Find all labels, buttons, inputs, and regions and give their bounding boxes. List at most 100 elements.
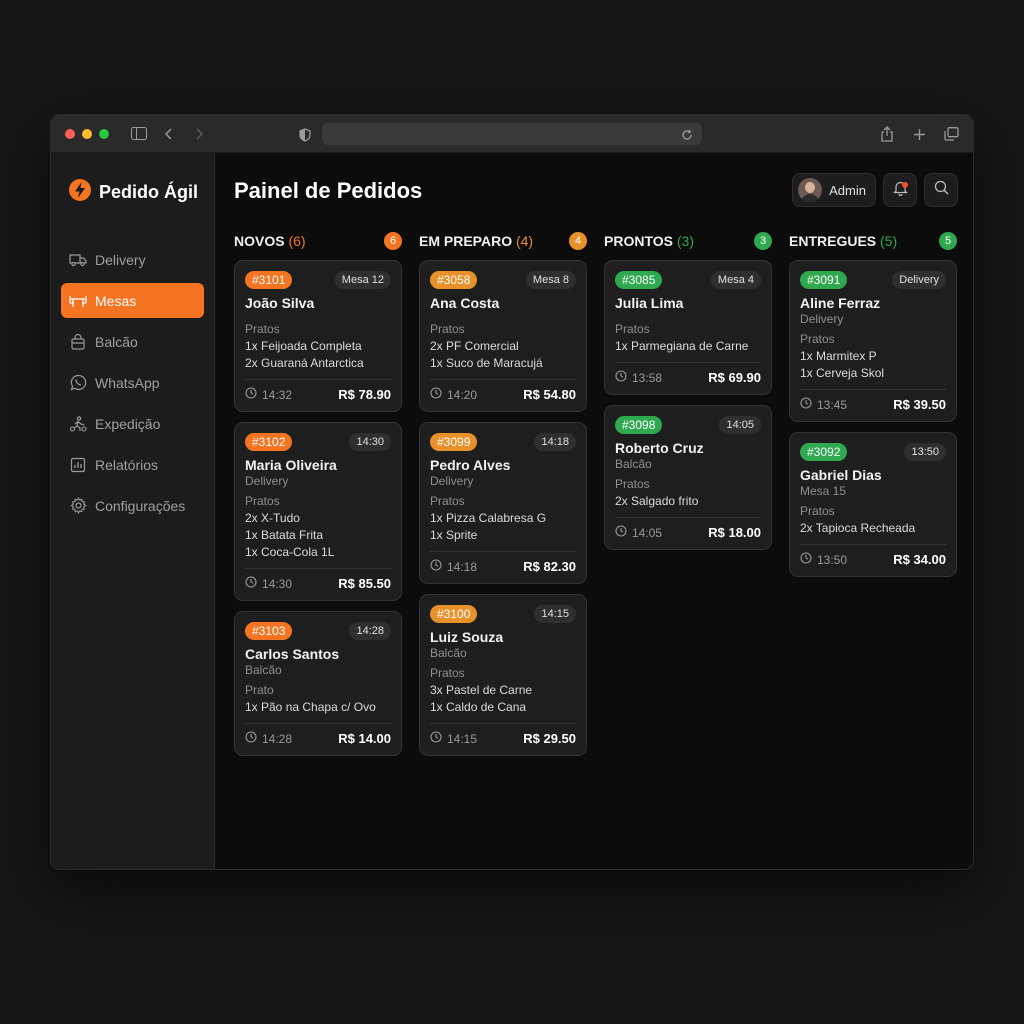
- notification-dot: [902, 182, 908, 188]
- sidebar-item-mesas[interactable]: Mesas: [61, 283, 204, 318]
- customer-name: Maria Oliveira: [245, 457, 337, 473]
- order-card[interactable]: #3100 14:15 Luiz Souza Balcão Pratos 3x Paste…: [419, 594, 587, 756]
- order-price: R$ 39.50: [893, 397, 946, 412]
- order-time: 14:05: [615, 525, 662, 540]
- order-id-badge: #3103: [245, 622, 293, 640]
- shield-icon[interactable]: [295, 125, 315, 145]
- sidebar-toggle-icon[interactable]: [129, 124, 149, 144]
- order-id-badge: #3098: [615, 416, 663, 434]
- column-title: PRONTOS (3): [604, 233, 694, 249]
- order-price: R$ 78.90: [338, 387, 391, 402]
- order-item: 1x Sprite: [430, 528, 478, 542]
- order-id-badge: #3099: [430, 433, 478, 451]
- clock-icon: [430, 731, 442, 746]
- sidebar-item-label: Balcão: [95, 333, 138, 350]
- clock-icon: [615, 370, 627, 385]
- order-card-footer: 14:30 R$ 85.50: [245, 568, 391, 591]
- search-button[interactable]: [924, 173, 958, 207]
- order-channel: Delivery: [430, 474, 474, 488]
- order-price: R$ 18.00: [708, 525, 761, 540]
- column-title-text: EM PREPARO: [419, 233, 513, 249]
- order-item: 1x Caldo de Cana: [430, 700, 527, 714]
- order-price: R$ 29.50: [523, 731, 576, 746]
- order-card-footer: 14:20 R$ 54.80: [430, 379, 576, 402]
- order-card[interactable]: #3098 14:05 Roberto Cruz Balcão Pratos 2x Sal…: [604, 405, 772, 550]
- column-count: (4): [515, 233, 534, 249]
- order-tag: 14:05: [719, 416, 761, 434]
- column-title-text: NOVOS: [234, 233, 285, 249]
- order-time: 13:58: [615, 370, 662, 385]
- user-menu-button[interactable]: Admin: [792, 173, 876, 207]
- chart-icon: [69, 456, 87, 474]
- order-card[interactable]: #3058 Mesa 8 Ana Costa Pratos 2x PF Comercia…: [419, 260, 587, 412]
- order-id-badge: #3092: [800, 443, 848, 461]
- clock-icon: [245, 387, 257, 402]
- whatsapp-icon: [69, 374, 87, 392]
- order-item: 2x X-Tudo: [245, 511, 300, 525]
- column-title: ENTREGUES (5): [789, 233, 897, 249]
- order-item: 2x Salgado frito: [615, 494, 699, 508]
- column-prontos: PRONTOS (3) 3 #3085 Mesa 4 Julia Lima Pratos 1…: [604, 231, 772, 560]
- truck-icon: [69, 251, 87, 269]
- user-name: Admin: [829, 182, 866, 198]
- order-id-badge: #3100: [430, 605, 478, 623]
- sidebar-item-relatorios[interactable]: Relatórios: [61, 447, 204, 482]
- order-time: 14:18: [430, 559, 477, 574]
- order-card[interactable]: #3099 14:18 Pedro Alves Delivery Pratos 1x Pi…: [419, 422, 587, 584]
- order-card-header: #3100 14:15: [430, 604, 576, 624]
- share-icon[interactable]: [877, 124, 897, 144]
- brand[interactable]: Pedido Ágil: [69, 179, 214, 206]
- avatar: [798, 178, 823, 202]
- order-price: R$ 34.00: [893, 552, 946, 567]
- sidebar-item-balcao[interactable]: Balcão: [61, 324, 204, 359]
- dispatch-icon: [69, 415, 87, 433]
- tabs-overview-icon[interactable]: [941, 124, 961, 144]
- order-id-badge: #3101: [245, 271, 293, 289]
- order-card[interactable]: #3091 Delivery Aline Ferraz Delivery Pratos 1…: [789, 260, 957, 422]
- page-title: Painel de Pedidos: [234, 178, 423, 203]
- clock-icon: [800, 552, 812, 567]
- order-card-header: #3103 14:28: [245, 621, 391, 641]
- minimize-window-button[interactable]: [82, 128, 92, 139]
- order-time: 13:45: [800, 397, 847, 412]
- order-card-footer: 14:18 R$ 82.30: [430, 551, 576, 574]
- back-icon[interactable]: [159, 124, 179, 144]
- sidebar-nav: Delivery Mesas Balcão WhatsApp Expedição…: [51, 242, 214, 523]
- zoom-window-button[interactable]: [99, 128, 109, 139]
- sidebar-item-whatsapp[interactable]: WhatsApp: [61, 365, 204, 400]
- browser-titlebar: [51, 115, 973, 153]
- column-count: (5): [880, 233, 898, 249]
- order-time-value: 14:05: [632, 525, 663, 540]
- address-bar[interactable]: [322, 123, 702, 145]
- sidebar-item-label: Expedição: [95, 415, 161, 432]
- sidebar-item-expedicao[interactable]: Expedição: [61, 406, 204, 441]
- close-window-button[interactable]: [65, 128, 75, 139]
- sidebar-item-label: Delivery: [95, 251, 146, 268]
- order-card[interactable]: #3101 Mesa 12 João Silva Pratos 1x Feijoada …: [234, 260, 402, 412]
- order-card[interactable]: #3092 13:50 Gabriel Dias Mesa 15 Pratos 2x Ta…: [789, 432, 957, 577]
- sidebar: Pedido Ágil Delivery Mesas Balcão WhatsA…: [51, 153, 215, 869]
- sidebar-item-configuracoes[interactable]: Configurações: [61, 488, 204, 523]
- forward-icon[interactable]: [189, 124, 209, 144]
- order-item: 1x Batata Frita: [245, 528, 324, 542]
- clock-icon: [245, 731, 257, 746]
- order-card[interactable]: #3085 Mesa 4 Julia Lima Pratos 1x Parmegiana…: [604, 260, 772, 395]
- order-card-header: #3102 14:30: [245, 432, 391, 452]
- order-time-value: 13:50: [817, 552, 848, 567]
- reload-icon[interactable]: [677, 125, 697, 145]
- sidebar-item-delivery[interactable]: Delivery: [61, 242, 204, 277]
- new-tab-icon[interactable]: [909, 124, 929, 144]
- notifications-button[interactable]: [883, 173, 917, 207]
- order-card[interactable]: #3102 14:30 Maria Oliveira Delivery Pratos 2x…: [234, 422, 402, 601]
- order-card-footer: 14:32 R$ 78.90: [245, 379, 391, 402]
- order-card[interactable]: #3103 14:28 Carlos Santos Balcão Prato 1x Pão…: [234, 611, 402, 756]
- order-card-header: #3085 Mesa 4: [615, 270, 761, 290]
- order-card-footer: 13:58 R$ 69.90: [615, 362, 761, 385]
- order-price: R$ 69.90: [708, 370, 761, 385]
- column-novos: NOVOS (6) 6 #3101 Mesa 12 João Silva Pratos 1x…: [234, 231, 402, 766]
- customer-name: João Silva: [245, 295, 315, 311]
- customer-name: Carlos Santos: [245, 646, 340, 662]
- order-time-value: 14:32: [262, 387, 293, 402]
- column-title: EM PREPARO (4): [419, 233, 533, 249]
- order-tag: 14:18: [534, 433, 576, 451]
